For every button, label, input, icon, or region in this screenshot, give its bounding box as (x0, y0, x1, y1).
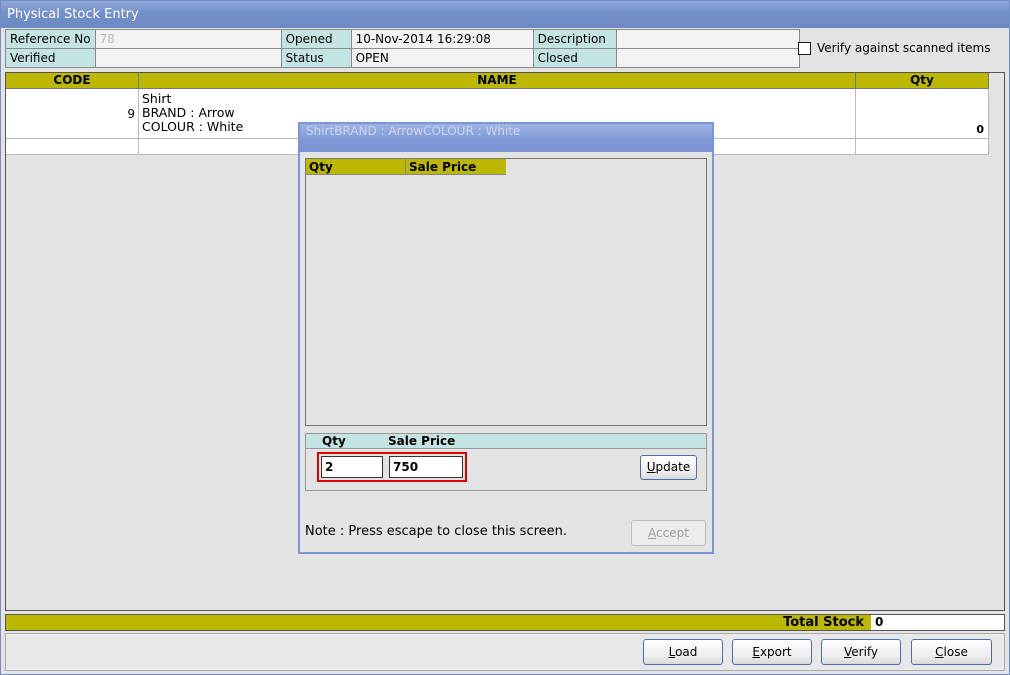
item-colour-line: COLOUR : White (142, 119, 244, 134)
price-entry-dialog: ShirtBRAND : ArrowCOLOUR : White Qty Sal… (298, 122, 714, 554)
verify-scanned-label: Verify against scanned items (817, 41, 991, 55)
status-label: Status (280, 48, 352, 68)
column-header-qty[interactable]: Qty (856, 73, 989, 89)
entry-sale-price-label: Sale Price (388, 434, 456, 448)
closed-value (615, 48, 800, 68)
sale-price-input[interactable]: 750 (389, 456, 463, 478)
export-button[interactable]: Export (732, 639, 812, 665)
entry-panel: Qty Sale Price 2 750 Update (305, 433, 707, 491)
description-value (615, 29, 800, 49)
qty-input[interactable]: 2 (321, 456, 383, 478)
close-button[interactable]: Close (911, 639, 992, 665)
code-value: 9 (127, 107, 135, 121)
reference-no-label: Reference No (5, 29, 96, 49)
description-label: Description (532, 29, 617, 49)
status-value: OPEN (350, 48, 534, 68)
code-cell[interactable]: 9 (6, 89, 139, 138)
opened-label: Opened (280, 29, 352, 49)
reference-no-value: 78 (94, 29, 282, 49)
closed-label: Closed (532, 48, 617, 68)
load-button[interactable]: Load (643, 639, 723, 665)
opened-value: 10-Nov-2014 16:29:08 (350, 29, 534, 49)
verified-label: Verified (5, 48, 96, 68)
verified-value (94, 48, 282, 68)
header-info-table: Reference No 78 Opened 10-Nov-2014 16:29… (5, 29, 800, 68)
price-list[interactable]: Qty Sale Price (305, 158, 707, 426)
grid-header: CODE NAME Qty (6, 73, 989, 89)
total-stock-label: Total Stock (783, 615, 864, 630)
qty-cell[interactable]: 0 (856, 89, 989, 138)
list-header-sale-price[interactable]: Sale Price (406, 159, 506, 175)
entry-header: Qty Sale Price (306, 434, 706, 449)
verify-button[interactable]: Verify (821, 639, 901, 665)
escape-note: Note : Press escape to close this screen… (305, 524, 568, 539)
checkbox-box[interactable] (798, 41, 811, 55)
empty-qty-cell[interactable] (856, 139, 989, 154)
window-title: Physical Stock Entry (1, 1, 1009, 28)
total-stock-value: 0 (871, 615, 1004, 630)
action-bar: Load Export Verify Close (5, 633, 1005, 671)
dialog-title: ShirtBRAND : ArrowCOLOUR : White (300, 124, 712, 152)
item-brand-line: BRAND : Arrow (142, 105, 235, 120)
empty-code-cell[interactable] (6, 139, 139, 154)
accept-button[interactable]: Accept (631, 520, 706, 546)
total-stock-bar: Total Stock 0 (5, 614, 1005, 631)
item-name-line: Shirt (142, 91, 172, 106)
column-header-code[interactable]: CODE (6, 73, 139, 89)
verify-scanned-checkbox[interactable]: Verify against scanned items (798, 41, 990, 55)
column-header-name[interactable]: NAME (139, 73, 856, 89)
qty-value: 0 (976, 123, 984, 136)
list-header-qty[interactable]: Qty (306, 159, 406, 175)
entry-qty-label: Qty (322, 434, 346, 448)
item-name: Shirt BRAND : Arrow COLOUR : White (142, 92, 243, 134)
physical-stock-entry-window: Physical Stock Entry Reference No 78 Ope… (0, 0, 1010, 675)
update-button[interactable]: Update (640, 455, 697, 480)
